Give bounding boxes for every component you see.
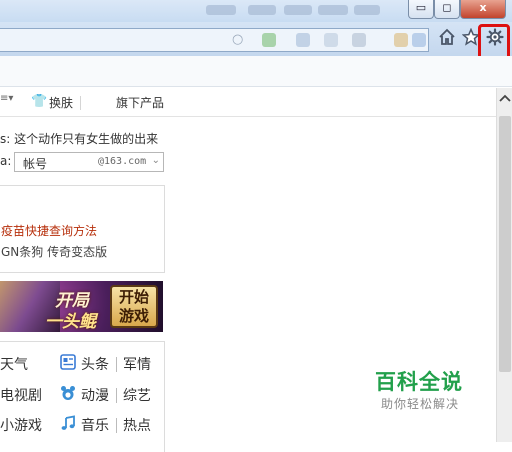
command-bar-strip: [0, 56, 512, 87]
quick-link-separator: [116, 388, 117, 403]
quick-link-military[interactable]: 军情: [123, 354, 151, 374]
banner-line2: 一头鲲: [45, 312, 96, 332]
search-icon[interactable]: ○: [232, 32, 243, 47]
news-icon: [60, 354, 76, 374]
menu-item-tools[interactable]: [354, 5, 380, 15]
start-game-button[interactable]: 开始 游戏: [110, 285, 158, 328]
tools-icon[interactable]: [394, 33, 408, 47]
stop-icon[interactable]: [352, 33, 366, 47]
tab-icon[interactable]: [412, 33, 426, 47]
nav-separator: [80, 96, 81, 110]
quick-link-mini-games[interactable]: 小游戏: [0, 415, 42, 435]
account-input[interactable]: 帐号 @163.com ⌄: [14, 152, 164, 172]
quick-link-hot-topics[interactable]: 热点: [123, 415, 151, 435]
feed-icon[interactable]: [296, 33, 310, 47]
anime-icon: [60, 385, 76, 405]
start-game-line2: 游戏: [118, 307, 149, 325]
menu-item-file[interactable]: [206, 5, 236, 15]
page-nav-bar: ≡▾ 👕 换肤 旗下产品: [0, 88, 496, 117]
menu-item-edit[interactable]: [248, 5, 276, 15]
account-prefix: a:: [0, 154, 12, 168]
home-icon[interactable]: [436, 28, 458, 50]
refresh-icon[interactable]: [324, 33, 338, 47]
quick-link-anime[interactable]: 动漫: [81, 385, 109, 405]
quick-link-weather[interactable]: 天气: [0, 354, 28, 374]
quick-link-variety[interactable]: 综艺: [123, 385, 151, 405]
music-note-icon: [60, 415, 76, 435]
window-title-bar: ▭ ◻ x: [0, 0, 512, 22]
info-card: 疫苗快捷查询方法 GN条狗 传奇变态版: [0, 185, 165, 273]
account-placeholder: 帐号: [23, 157, 48, 171]
start-game-line1: 开始: [118, 288, 149, 306]
watermark-title: 百科全说: [375, 370, 463, 394]
tshirt-icon: 👕: [31, 94, 48, 109]
address-input[interactable]: ○: [0, 28, 429, 52]
compat-view-icon[interactable]: [262, 33, 276, 47]
info-links-line[interactable]: GN条狗 传奇变态版: [1, 243, 107, 260]
scroll-up-arrow-icon[interactable]: [499, 92, 511, 106]
mail-hint-link[interactable]: 这个动作只有女生做的出来: [14, 132, 158, 146]
game-banner-ad[interactable]: 开局 一头鲲 开始 游戏: [0, 281, 163, 332]
scrollbar-thumb[interactable]: [499, 116, 511, 372]
account-domain: @163.com: [98, 156, 147, 167]
chevron-down-icon[interactable]: ⌄: [152, 155, 160, 166]
watermark-subtitle: 助你轻松解决: [381, 397, 460, 411]
menu-item-favorites[interactable]: [318, 5, 348, 15]
menu-item-view[interactable]: [284, 5, 312, 15]
close-button[interactable]: x: [460, 0, 506, 19]
watermark: 百科全说 助你轻松解决: [360, 355, 486, 417]
products-link[interactable]: 旗下产品: [116, 94, 164, 111]
restore-button[interactable]: ◻: [434, 0, 460, 19]
vertical-scrollbar[interactable]: [496, 88, 512, 442]
dropdown-caret-icon[interactable]: ≡▾: [0, 93, 13, 104]
quick-link-separator: [116, 357, 117, 372]
quick-link-separator: [116, 418, 117, 433]
vaccine-query-link[interactable]: 疫苗快捷查询方法: [1, 222, 97, 239]
quick-link-tv-series[interactable]: 电视剧: [0, 385, 42, 405]
mail-hint-row: s: 这个动作只有女生做的出来: [0, 130, 158, 147]
quick-link-music[interactable]: 音乐: [81, 415, 109, 435]
minimize-button[interactable]: ▭: [408, 0, 434, 19]
quick-link-headlines[interactable]: 头条: [81, 354, 109, 374]
mail-hint-prefix: s:: [0, 132, 11, 146]
skin-link[interactable]: 换肤: [49, 94, 73, 111]
